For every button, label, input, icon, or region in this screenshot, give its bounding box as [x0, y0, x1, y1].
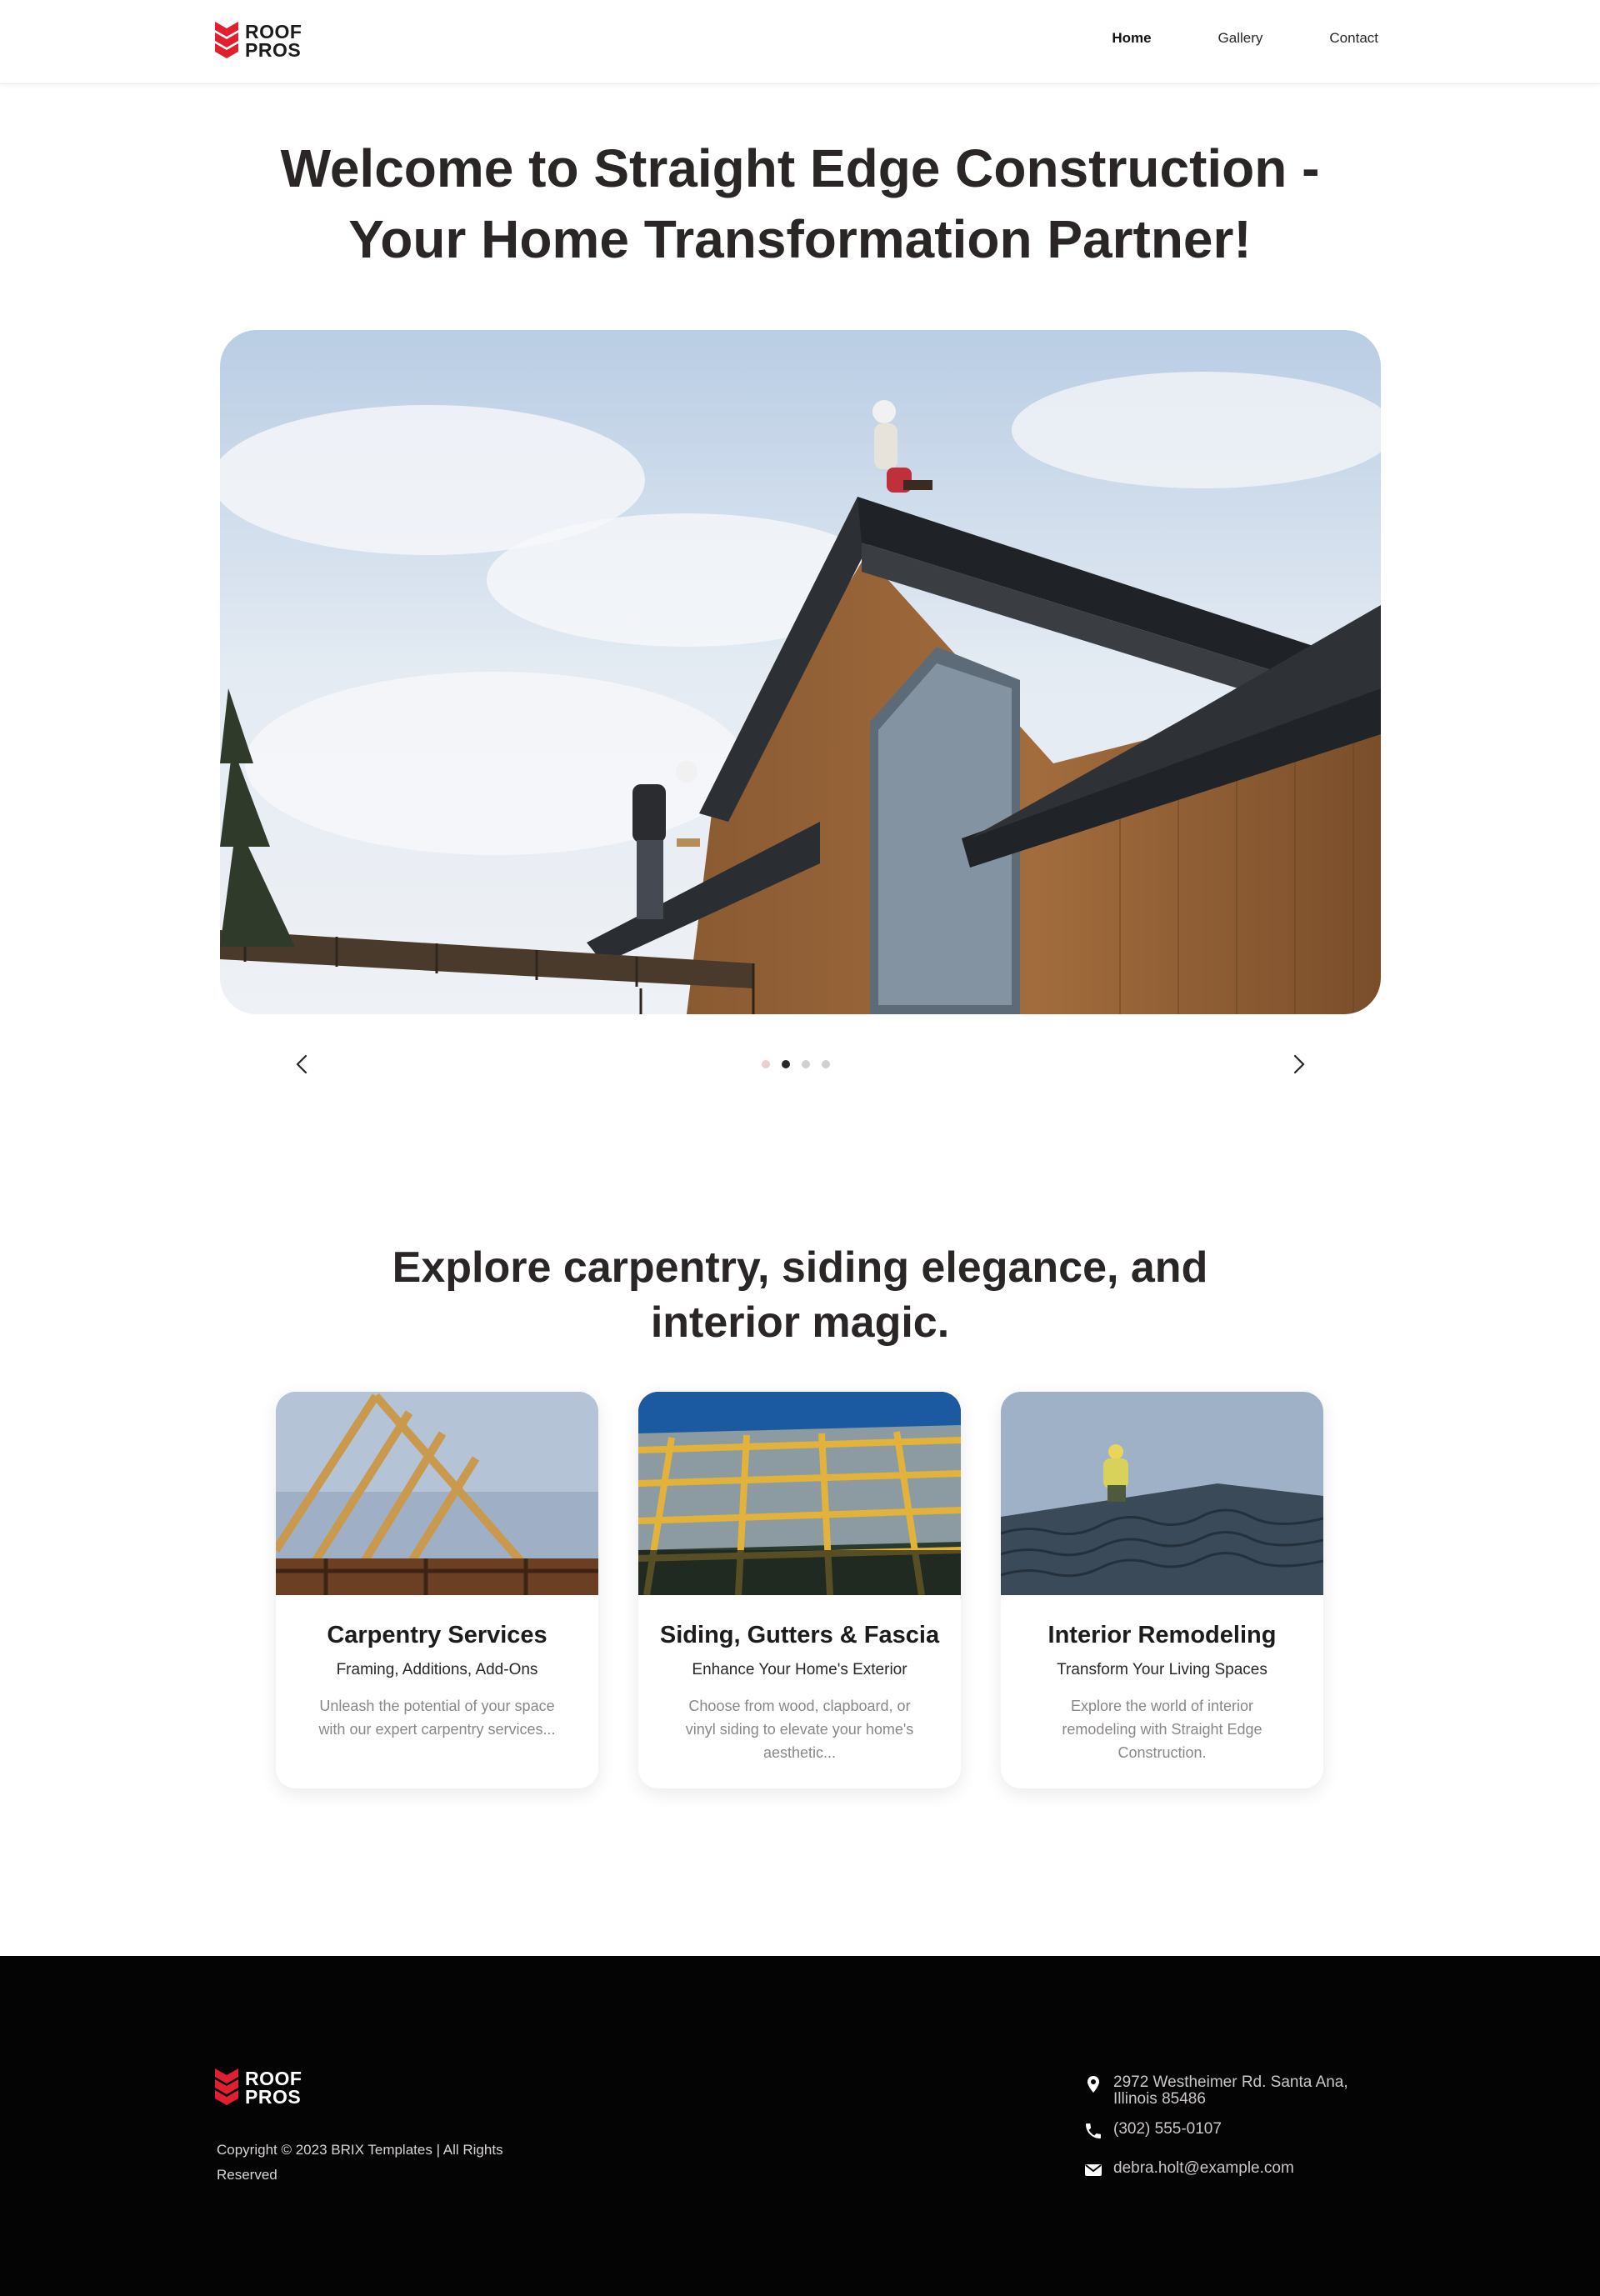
footer-brand-logo[interactable]: ROOF PROS: [215, 2068, 302, 2107]
interior-remodeling-image: [1001, 1392, 1323, 1595]
brand-line-2: PROS: [245, 2086, 302, 2108]
map-pin-icon: [1088, 2076, 1099, 2093]
slider-dot-1[interactable]: [762, 1060, 770, 1068]
brand-wordmark: ROOF PROS: [245, 21, 302, 61]
slider-dot-2[interactable]: [782, 1060, 790, 1068]
phone-text: (302) 555-0107: [1113, 2120, 1222, 2138]
slider-prev-arrow-icon[interactable]: [290, 1052, 315, 1077]
slider-dot-3[interactable]: [802, 1060, 810, 1068]
brand-line-1: ROOF: [245, 2068, 302, 2089]
footer-brand-wordmark: ROOF PROS: [245, 2068, 302, 2108]
slider-next-arrow-icon[interactable]: [1286, 1052, 1311, 1077]
brand-line-2: PROS: [245, 39, 302, 61]
site-header: ROOF PROS Home Gallery Contact: [0, 0, 1600, 84]
slider-dot-4[interactable]: [822, 1060, 830, 1068]
nav-gallery-link[interactable]: Gallery: [1218, 30, 1263, 47]
card-title: Carpentry Services: [327, 1622, 548, 1648]
footer-phone[interactable]: (302) 555-0107: [1083, 2121, 1388, 2141]
mail-icon: [1085, 2164, 1102, 2176]
footer-address: 2972 Westheimer Rd. Santa Ana, Illinois …: [1083, 2074, 1388, 2108]
card-title: Siding, Gutters & Fascia: [659, 1622, 940, 1648]
main-nav: Home Gallery Contact: [1045, 30, 1378, 47]
brand-logo[interactable]: ROOF PROS: [215, 22, 302, 60]
roof-pros-logo-icon: [215, 2068, 238, 2105]
card-title: Interior Remodeling: [1048, 1622, 1277, 1648]
card-description: Explore the world of interior remodeling…: [1062, 1698, 1262, 1761]
slider-dots: [762, 1060, 830, 1068]
carpentry-image: [276, 1392, 598, 1595]
roof-pros-logo-icon: [215, 22, 238, 58]
service-card-carpentry[interactable]: Carpentry Services Framing, Additions, A…: [276, 1392, 598, 1788]
card-subtitle: Enhance Your Home's Exterior: [692, 1661, 908, 1678]
footer-email[interactable]: debra.holt@example.com: [1083, 2160, 1388, 2180]
service-card-siding[interactable]: Siding, Gutters & Fascia Enhance Your Ho…: [638, 1392, 961, 1788]
phone-icon: [1086, 2123, 1101, 2138]
address-text: 2972 Westheimer Rd. Santa Ana, Illinois …: [1113, 2073, 1348, 2108]
card-subtitle: Transform Your Living Spaces: [1057, 1661, 1268, 1678]
email-text: debra.holt@example.com: [1113, 2159, 1294, 2177]
nav-home-link[interactable]: Home: [1112, 30, 1151, 47]
copyright-text: Copyright © 2023 BRIX Templates | All Ri…: [217, 2142, 503, 2183]
services-title: Explore carpentry, siding elegance, and …: [392, 1243, 1208, 1347]
card-subtitle: Framing, Additions, Add-Ons: [336, 1661, 538, 1678]
card-description: Choose from wood, clapboard, or vinyl si…: [685, 1698, 914, 1761]
site-footer: ROOF PROS Copyright © 2023 BRIX Template…: [0, 1956, 1600, 2296]
nav-contact-link[interactable]: Contact: [1329, 30, 1378, 47]
card-description: Unleash the potential of your space with…: [318, 1698, 556, 1738]
brand-line-1: ROOF: [245, 21, 302, 43]
hero-slide-image: [220, 330, 1381, 1014]
service-card-interior[interactable]: Interior Remodeling Transform Your Livin…: [1001, 1392, 1323, 1788]
hero-title: Welcome to Straight Edge Construction - …: [280, 138, 1320, 269]
siding-image: [638, 1392, 961, 1595]
